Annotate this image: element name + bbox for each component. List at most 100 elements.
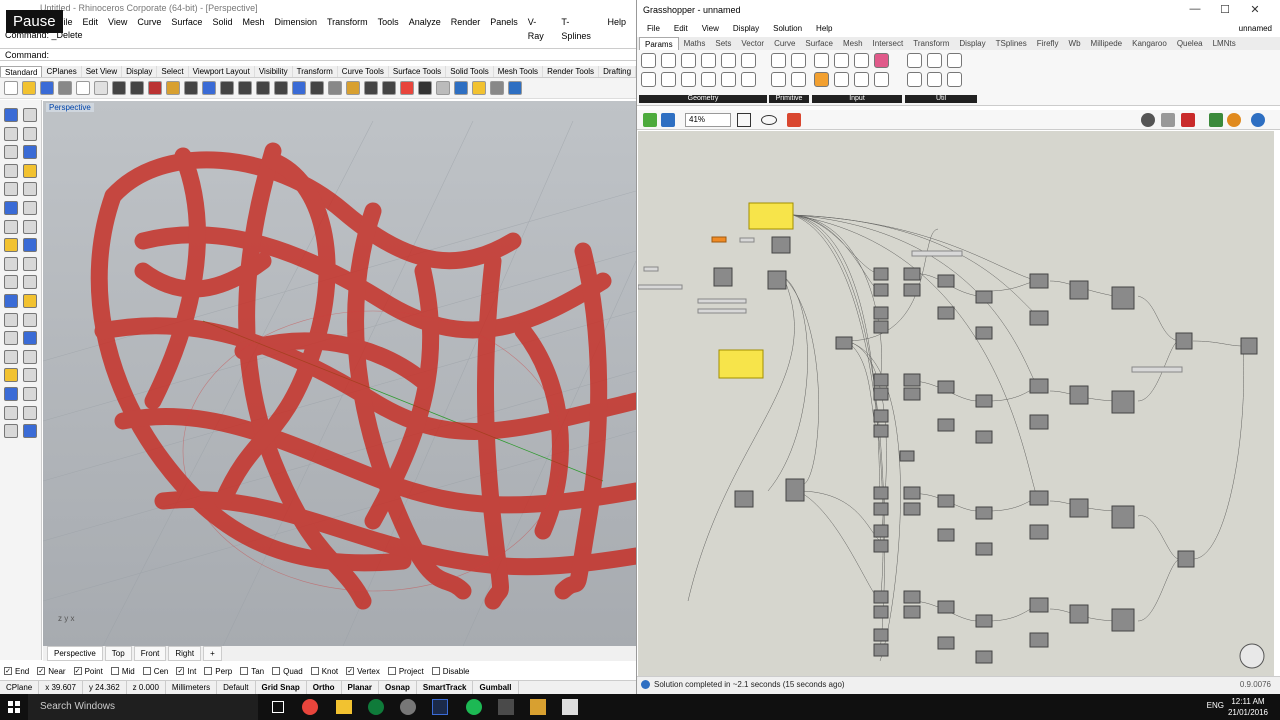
gh-menu-item[interactable]: File	[647, 21, 660, 36]
gh-component[interactable]	[975, 394, 993, 408]
units-label[interactable]: Millimeters	[166, 680, 218, 695]
toolbar-tool-icon[interactable]	[94, 81, 108, 95]
osnap-option[interactable]: ✓ End	[4, 667, 29, 676]
osnap-checkbox[interactable]	[387, 667, 396, 675]
rhino-menu-item[interactable]: Surface	[171, 15, 202, 29]
gh-component[interactable]	[873, 486, 889, 500]
task-view-icon[interactable]	[272, 701, 284, 713]
gh-component[interactable]	[873, 502, 889, 516]
toolbar-tab[interactable]: CPlanes	[42, 66, 82, 77]
gh-group-label[interactable]: Input	[812, 95, 902, 103]
gh-component[interactable]	[1029, 597, 1049, 613]
gh-component-icon[interactable]	[661, 53, 676, 68]
toolbar-tool-icon[interactable]	[184, 81, 198, 95]
gh-component[interactable]	[873, 267, 889, 281]
side-tool-icon[interactable]	[4, 294, 18, 308]
window-icon[interactable]	[562, 699, 578, 715]
gh-component[interactable]	[975, 430, 993, 444]
number-slider-knob[interactable]	[711, 236, 727, 243]
gh-component[interactable]	[937, 380, 955, 394]
rhino-menu-item[interactable]: V-Ray	[528, 15, 552, 41]
gh-component-icon[interactable]	[874, 53, 889, 68]
gh-component-icon[interactable]	[741, 72, 756, 87]
number-slider[interactable]	[638, 284, 683, 290]
gh-component[interactable]	[903, 486, 921, 500]
gh-tab[interactable]: Maths	[679, 37, 711, 50]
side-tool-icon[interactable]	[4, 145, 18, 160]
side-tool-icon[interactable]	[23, 349, 37, 364]
gh-group-label[interactable]: Util	[905, 95, 977, 103]
gh-tab[interactable]: Millipede	[1086, 37, 1128, 50]
gh-component[interactable]	[873, 424, 889, 438]
osnap-option[interactable]: Perp	[204, 667, 232, 676]
number-slider[interactable]	[643, 266, 659, 272]
gh-component-icon[interactable]	[791, 53, 806, 68]
rhino-menu-item[interactable]: Help	[607, 15, 626, 29]
side-tool-icon[interactable]	[4, 424, 18, 439]
gh-component[interactable]	[873, 628, 889, 642]
toolbar-tab[interactable]: Standard	[0, 66, 43, 77]
gh-component[interactable]	[1111, 608, 1135, 632]
gh-tab[interactable]: Sets	[710, 37, 736, 50]
side-tool-icon[interactable]	[23, 182, 37, 197]
rhino-menu-item[interactable]: Render	[451, 15, 481, 29]
gh-component[interactable]	[1177, 550, 1195, 568]
side-tool-icon[interactable]	[4, 201, 18, 215]
rhino-icon[interactable]	[498, 699, 514, 715]
preview-color-icon[interactable]	[1227, 113, 1241, 127]
gh-component[interactable]	[873, 539, 889, 553]
toolbar-tool-icon[interactable]	[112, 81, 126, 95]
gh-tab[interactable]: LMNts	[1208, 37, 1241, 50]
side-tool-icon[interactable]	[23, 163, 37, 178]
side-tool-icon[interactable]	[4, 405, 18, 420]
osnap-checkbox[interactable]	[431, 667, 440, 675]
gh-component[interactable]	[873, 283, 889, 297]
gh-component[interactable]	[873, 409, 889, 423]
side-tool-icon[interactable]	[4, 163, 18, 178]
gh-tab[interactable]: Surface	[800, 37, 838, 50]
side-tool-icon[interactable]	[4, 331, 18, 346]
rhino-menu-item[interactable]: Dimension	[274, 15, 317, 29]
osnap-option[interactable]: ✓ Near	[37, 667, 66, 676]
viewport-tab[interactable]: Top	[104, 646, 132, 661]
toolbar-tool-icon[interactable]	[40, 81, 54, 95]
gh-component[interactable]	[937, 600, 955, 614]
gh-component-icon[interactable]	[721, 53, 736, 68]
gh-component[interactable]	[1029, 273, 1049, 289]
save-file-icon[interactable]	[661, 113, 675, 127]
gh-component[interactable]	[873, 320, 889, 334]
gh-component[interactable]	[903, 373, 921, 387]
gh-component[interactable]	[975, 542, 993, 556]
side-tool-icon[interactable]	[23, 126, 37, 141]
side-tool-icon[interactable]	[4, 182, 18, 197]
gh-tab[interactable]: TSplines	[991, 37, 1032, 50]
gh-component[interactable]	[873, 590, 889, 604]
app-icon[interactable]	[400, 699, 416, 715]
gh-component-icon[interactable]	[854, 53, 869, 68]
toolbar-tool-icon[interactable]	[130, 81, 144, 95]
toolbar-tab[interactable]: Display	[122, 66, 158, 77]
gh-component[interactable]	[1069, 604, 1089, 624]
gh-tab[interactable]: Params	[639, 37, 679, 50]
rhino-menu-item[interactable]: View	[108, 15, 127, 29]
gh-component[interactable]	[899, 450, 915, 462]
number-slider[interactable]	[739, 237, 755, 243]
gh-component[interactable]	[975, 506, 993, 520]
gh-component[interactable]	[835, 336, 853, 350]
gh-component[interactable]	[713, 267, 733, 287]
gh-component[interactable]	[903, 605, 921, 619]
gh-component[interactable]	[903, 590, 921, 604]
gh-component-icon[interactable]	[791, 72, 806, 87]
gh-component-icon[interactable]	[907, 53, 922, 68]
toolbar-tool-icon[interactable]	[4, 81, 18, 95]
toolbar-tool-icon[interactable]	[292, 81, 306, 95]
side-tool-icon[interactable]	[23, 387, 37, 401]
yellow-panel[interactable]	[748, 202, 794, 230]
sketch-pen-icon[interactable]	[787, 113, 801, 127]
rhino-menu-item[interactable]: Mesh	[242, 15, 264, 29]
gh-component[interactable]	[937, 636, 955, 650]
side-tool-icon[interactable]	[23, 238, 37, 253]
zoom-extents-icon[interactable]	[737, 113, 751, 127]
gh-menu-item[interactable]: Edit	[674, 21, 688, 36]
osnap-option[interactable]: Cen	[142, 667, 168, 676]
